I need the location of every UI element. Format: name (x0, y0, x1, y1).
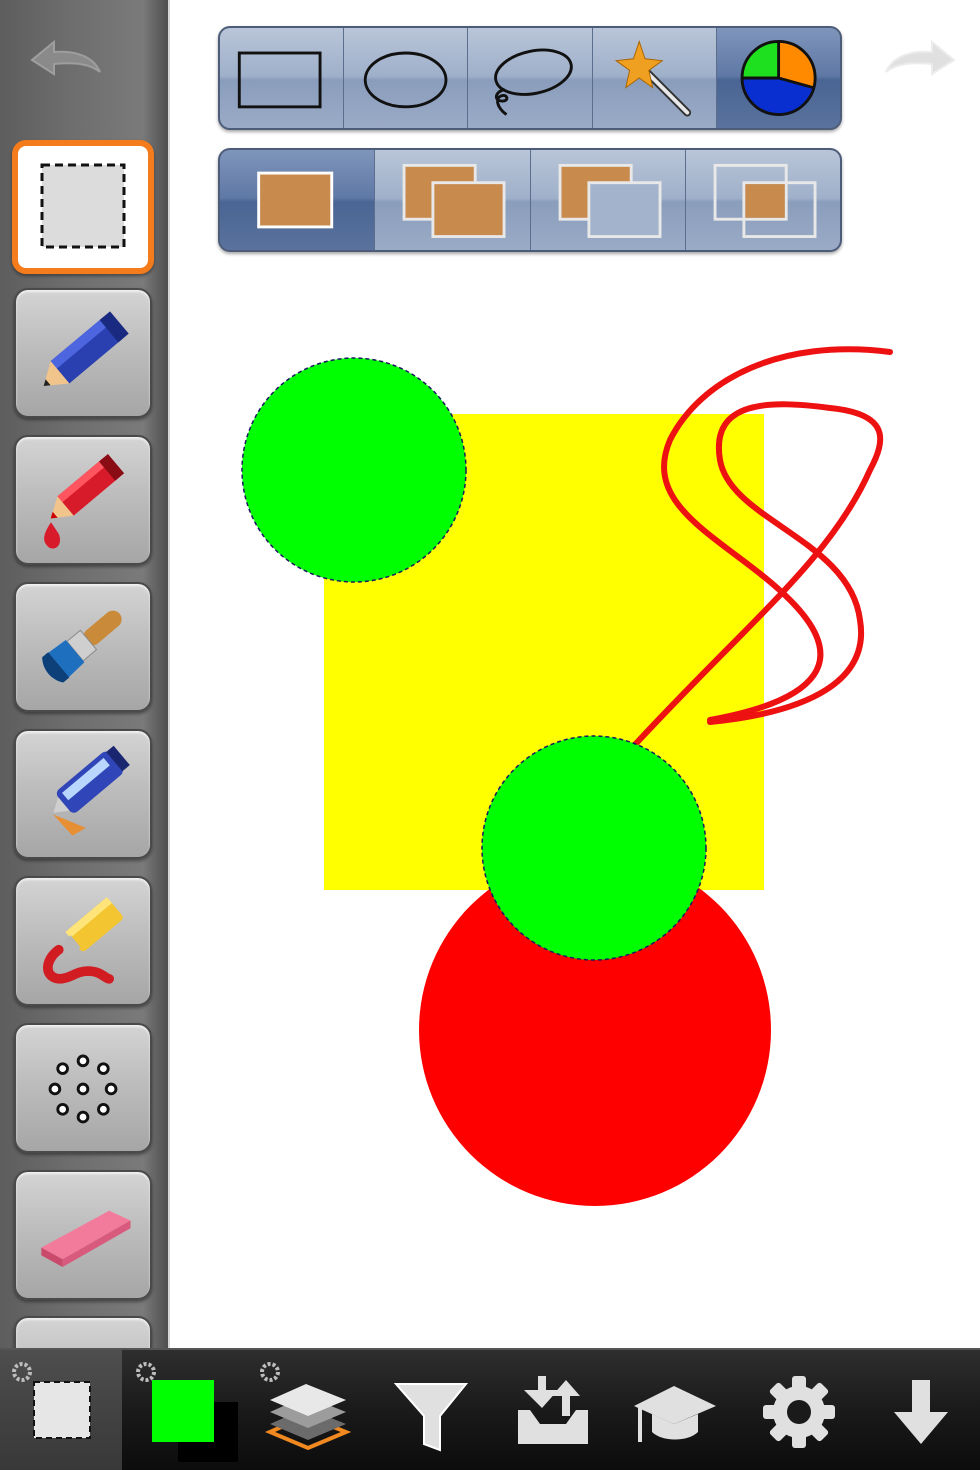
bottom-toolbar (0, 1348, 980, 1470)
gear-icon (763, 1376, 835, 1448)
eraser-icon (41, 1210, 131, 1267)
undo-arrow-icon (30, 39, 101, 76)
paint-brush-icon (42, 610, 122, 683)
import-export-icon (518, 1376, 588, 1444)
color-swatch-icon (136, 1362, 238, 1462)
mode-add-icon (402, 163, 506, 238)
selection-square-icon (12, 1362, 91, 1439)
filters-button[interactable] (378, 1350, 484, 1470)
mode-add-button[interactable] (375, 150, 531, 250)
tutorials-button[interactable] (622, 1350, 728, 1470)
tool-sidebar (0, 0, 168, 1348)
mode-intersect-button[interactable] (685, 150, 840, 250)
mode-subtract-button[interactable] (530, 150, 686, 250)
dashed-selection-icon (40, 163, 126, 249)
settings-button[interactable] (746, 1350, 852, 1470)
layers-button[interactable] (250, 1350, 362, 1470)
tool-airbrush[interactable] (14, 729, 152, 859)
paint-app (0, 0, 980, 1470)
selection-shape-toolbar (218, 26, 842, 130)
download-arrow-icon (894, 1380, 948, 1444)
shape-rectangle-button[interactable] (220, 28, 345, 128)
shape-magic-wand-button[interactable] (592, 28, 717, 128)
blue-pencil-icon (43, 311, 129, 387)
mode-new-button[interactable] (220, 150, 376, 250)
redo-button[interactable] (876, 30, 966, 90)
selection-settings-button[interactable] (0, 1350, 122, 1470)
shape-lasso-button[interactable] (468, 28, 593, 128)
redo-arrow-icon (885, 39, 956, 76)
import-export-button[interactable] (500, 1350, 606, 1470)
rectangle-select-icon (237, 51, 322, 109)
drawing-canvas[interactable] (168, 0, 980, 1348)
magic-wand-icon (614, 39, 691, 117)
mode-subtract-icon (558, 163, 661, 238)
tool-paint-brush[interactable] (14, 582, 152, 712)
tool-spray-pattern[interactable] (14, 1023, 152, 1153)
tool-pencil[interactable] (14, 288, 152, 418)
filter-funnel-icon (393, 1383, 469, 1452)
red-pen-drop-icon (44, 453, 125, 549)
mode-new-icon (257, 171, 334, 229)
green-circle-top (241, 357, 467, 583)
mode-intersect-icon (713, 163, 817, 238)
color-pie-icon (740, 40, 817, 116)
lasso-icon (494, 48, 574, 116)
save-button[interactable] (868, 1350, 974, 1470)
color-button[interactable] (126, 1350, 246, 1470)
ellipse-select-icon (363, 51, 448, 109)
tool-more[interactable] (14, 1316, 152, 1348)
dot-circle-icon (48, 1054, 118, 1124)
paint-tube-icon (43, 897, 123, 984)
tool-paint-tube[interactable] (14, 876, 152, 1006)
shape-color-select-button[interactable] (716, 28, 840, 128)
tool-ink-pen[interactable] (14, 435, 152, 565)
undo-button[interactable] (20, 30, 110, 90)
selection-mode-toolbar (218, 148, 842, 252)
layers-icon (260, 1362, 352, 1451)
tool-eraser[interactable] (14, 1170, 152, 1300)
green-circle-bottom (481, 735, 707, 961)
graduation-cap-icon (634, 1386, 716, 1442)
shape-ellipse-button[interactable] (344, 28, 469, 128)
airbrush-icon (52, 745, 130, 836)
tool-selection[interactable] (12, 140, 154, 274)
